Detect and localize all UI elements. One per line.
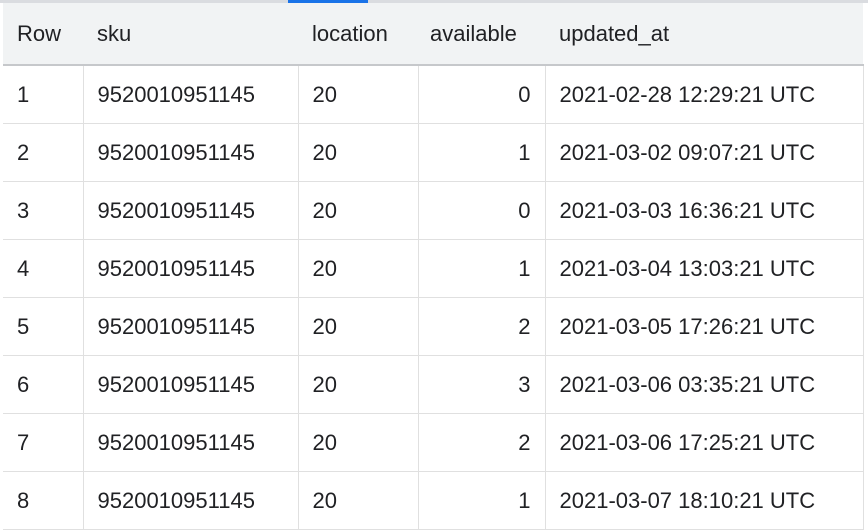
column-header-available[interactable]: available [418,3,545,66]
cell-row-number: 4 [3,239,84,298]
cell-available: 0 [418,65,546,124]
table-row[interactable]: 1 9520010951145 20 0 2021-02-28 12:29:21 UTC [3,65,864,124]
cell-row-number: 1 [3,65,84,124]
table-row[interactable]: 7 9520010951145 20 2 2021-03-06 17:25:21 UTC [3,413,864,472]
table-row[interactable]: 8 9520010951145 20 1 2021-03-07 18:10:21 UTC [3,471,864,530]
cell-location: 20 [298,65,419,124]
table-row[interactable]: 6 9520010951145 20 3 2021-03-06 03:35:21 UTC [3,355,864,414]
table-row[interactable]: 3 9520010951145 20 0 2021-03-03 16:36:21 UTC [3,181,864,240]
cell-row-number: 2 [3,123,84,182]
header-row: Row sku location available updated_at [3,3,863,66]
cell-sku: 9520010951145 [83,413,299,472]
column-header-row[interactable]: Row [3,3,83,66]
cell-row-number: 6 [3,355,84,414]
cell-location: 20 [298,123,419,182]
cell-available: 0 [418,181,546,240]
cell-available: 1 [418,123,546,182]
cell-available: 2 [418,297,546,356]
cell-sku: 9520010951145 [83,471,299,530]
cell-sku: 9520010951145 [83,181,299,240]
cell-updated-at: 2021-03-04 13:03:21 UTC [545,239,864,298]
cell-sku: 9520010951145 [83,123,299,182]
cell-sku: 9520010951145 [83,297,299,356]
cell-location: 20 [298,471,419,530]
table-row[interactable]: 5 9520010951145 20 2 2021-03-05 17:26:21 UTC [3,297,864,356]
cell-sku: 9520010951145 [83,65,299,124]
cell-location: 20 [298,297,419,356]
cell-available: 2 [418,413,546,472]
cell-available: 3 [418,355,546,414]
cell-sku: 9520010951145 [83,239,299,298]
cell-location: 20 [298,355,419,414]
column-header-sku[interactable]: sku [83,3,298,66]
cell-updated-at: 2021-03-02 09:07:21 UTC [545,123,864,182]
column-header-location[interactable]: location [298,3,418,66]
cell-location: 20 [298,239,419,298]
results-table: Row sku location available updated_at 19… [3,3,864,530]
cell-updated-at: 2021-02-28 12:29:21 UTC [545,65,864,124]
cell-updated-at: 2021-03-06 03:35:21 UTC [545,355,864,414]
cell-updated-at: 2021-03-03 16:36:21 UTC [545,181,864,240]
cell-sku: 9520010951145 [83,355,299,414]
table-row[interactable]: 2 9520010951145 20 1 2021-03-02 09:07:21 UTC [3,123,864,182]
cell-location: 20 [298,181,419,240]
table-row[interactable]: 4 9520010951145 20 1 2021-03-04 13:03:21 UTC [3,239,864,298]
cell-available: 1 [418,471,546,530]
cell-row-number: 3 [3,181,84,240]
cell-row-number: 5 [3,297,84,356]
cell-row-number: 8 [3,471,84,530]
cell-available: 1 [418,239,546,298]
cell-updated-at: 2021-03-06 17:25:21 UTC [545,413,864,472]
cell-updated-at: 2021-03-07 18:10:21 UTC [545,471,864,530]
column-header-updated-at[interactable]: updated_at [545,3,863,66]
cell-updated-at: 2021-03-05 17:26:21 UTC [545,297,864,356]
cell-location: 20 [298,413,419,472]
cell-row-number: 7 [3,413,84,472]
